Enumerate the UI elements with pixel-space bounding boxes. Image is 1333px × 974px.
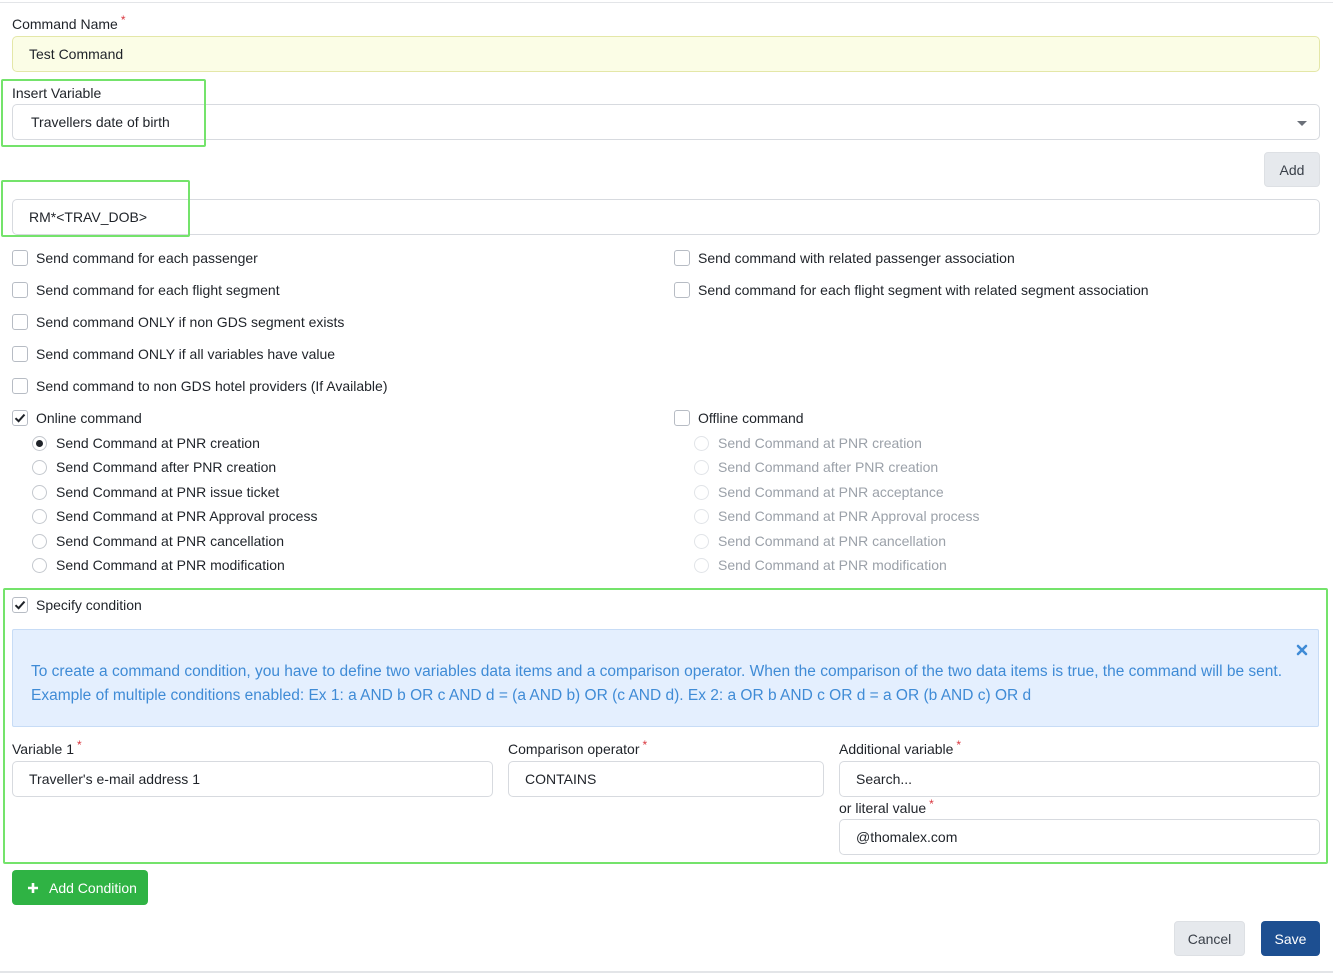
radio-offline-acceptance[interactable] [694,485,709,500]
radio-offline-cancellation[interactable] [694,534,709,549]
condition-info-alert: To create a command condition, you have … [12,629,1319,727]
option-label: Send command ONLY if non GDS segment exi… [36,314,345,330]
radio-online-approval[interactable] [32,509,47,524]
option-label: Send command for each flight segment [36,282,280,298]
check-icon [14,413,26,423]
radio-selected-dot [36,440,43,447]
chevron-down-icon [1297,121,1307,126]
radio-label: Send Command at PNR modification [718,557,947,573]
cancel-button[interactable]: Cancel [1174,921,1245,956]
checkbox-non-gds-segment[interactable] [12,314,28,330]
radio-label: Send Command after PNR creation [56,459,277,475]
checkbox-each-passenger[interactable] [12,250,28,266]
command-text-input[interactable]: RM*<TRAV_DOB> [12,199,1320,235]
save-button[interactable]: Save [1261,921,1320,956]
plus-icon [28,882,38,893]
radio-offline-after-pnr-creation[interactable] [694,460,709,475]
checkbox-segment-association[interactable] [674,282,690,298]
radio-offline-approval[interactable] [694,509,709,524]
radio-label: Send Command at PNR issue ticket [56,484,280,500]
variable1-label: Variable 1 * [12,738,82,757]
command-name-label: Command Name * [12,13,126,32]
comparison-operator-value: CONTAINS [525,771,597,787]
literal-value-label: or literal value * [839,797,934,816]
top-divider [0,2,1333,3]
radio-label: Send Command at PNR Approval process [718,508,980,524]
bottom-divider [0,971,1333,973]
literal-value-text: @thomalex.com [856,829,958,845]
condition-info-text: To create a command condition, you have … [31,663,1282,704]
radio-online-issue-ticket[interactable] [32,485,47,500]
radio-label: Send Command at PNR cancellation [56,533,285,549]
checkbox-online-command[interactable] [12,410,28,426]
offline-command-label: Offline command [698,410,804,426]
comparison-operator-label: Comparison operator * [508,738,648,757]
literal-value-input[interactable]: @thomalex.com [839,819,1320,855]
additional-variable-placeholder: Search... [856,771,913,787]
check-icon [14,600,26,610]
radio-label: Send Command at PNR Approval process [56,508,318,524]
radio-online-after-pnr-creation[interactable] [32,460,47,475]
online-command-label: Online command [36,410,142,426]
checkbox-non-gds-hotel[interactable] [12,378,28,394]
checkbox-passenger-association[interactable] [674,250,690,266]
insert-variable-label: Insert Variable [12,85,102,101]
comparison-operator-select[interactable]: CONTAINS [508,761,824,797]
radio-label: Send Command after PNR creation [718,459,939,475]
checkbox-offline-command[interactable] [674,410,690,426]
add-variable-button[interactable]: Add [1264,152,1320,187]
specify-condition-label: Specify condition [36,597,142,613]
radio-label: Send Command at PNR creation [56,435,260,451]
radio-label: Send Command at PNR modification [56,557,285,573]
radio-label: Send Command at PNR creation [718,435,922,451]
radio-online-cancellation[interactable] [32,534,47,549]
command-name-value: Test Command [29,46,124,62]
option-label: Send command for each flight segment wit… [698,282,1149,298]
radio-online-modification[interactable] [32,558,47,573]
additional-variable-search[interactable]: Search... [839,761,1320,797]
option-label: Send command for each passenger [36,250,258,266]
variable1-value: Traveller's e-mail address 1 [29,771,200,787]
checkbox-all-variables-value[interactable] [12,346,28,362]
radio-label: Send Command at PNR cancellation [718,533,947,549]
option-label: Send command to non GDS hotel providers … [36,378,388,394]
checkbox-each-flight-segment[interactable] [12,282,28,298]
checkbox-specify-condition[interactable] [12,597,28,613]
additional-variable-label: Additional variable * [839,738,962,757]
radio-label: Send Command at PNR acceptance [718,484,944,500]
command-name-input[interactable]: Test Command [12,36,1320,72]
command-text-value: RM*<TRAV_DOB> [29,209,147,225]
radio-online-pnr-creation[interactable] [32,436,47,451]
insert-variable-select[interactable]: Travellers date of birth [12,104,1320,140]
add-condition-label: Add Condition [49,879,137,896]
variable1-input[interactable]: Traveller's e-mail address 1 [12,761,493,797]
option-label: Send command with related passenger asso… [698,250,1015,266]
close-icon[interactable] [1294,642,1310,658]
add-condition-button[interactable]: Add Condition [12,870,148,905]
radio-offline-pnr-creation[interactable] [694,436,709,451]
option-label: Send command ONLY if all variables have … [36,346,336,362]
radio-offline-modification[interactable] [694,558,709,573]
insert-variable-value: Travellers date of birth [31,114,170,130]
